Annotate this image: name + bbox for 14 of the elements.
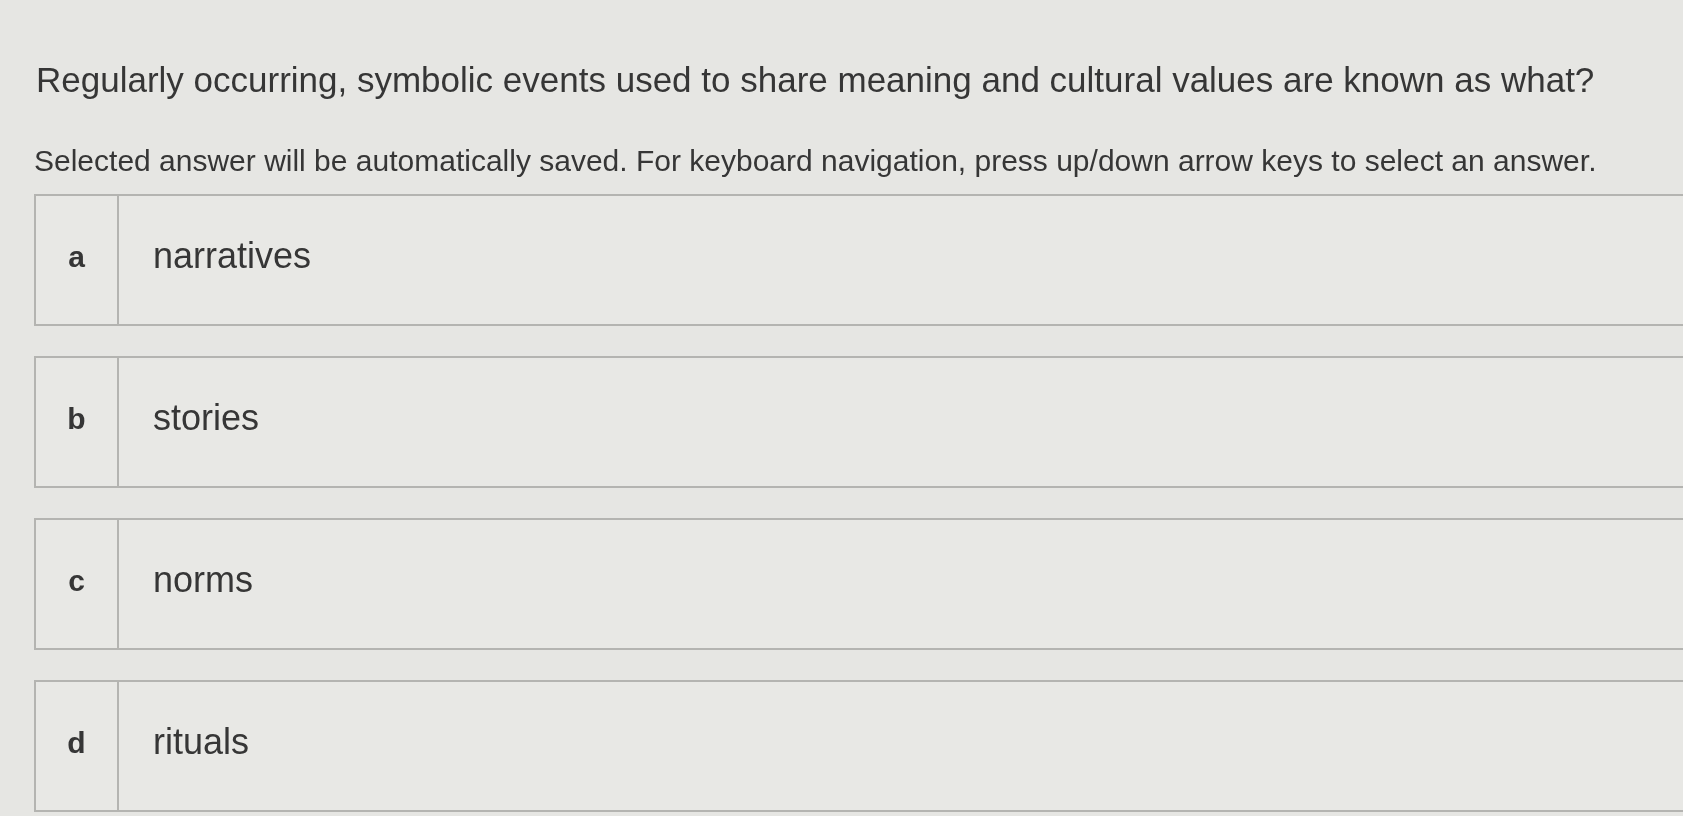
answer-option[interactable]: c norms [34,518,1683,650]
option-label: narratives [153,234,312,278]
option-label: stories [153,396,260,440]
option-label: norms [153,558,254,602]
instructions-text: Selected answer will be automatically saved. For keyboard navigation, press up/down arrow keys to select an answer. [34,143,1597,179]
option-letter: d [36,682,119,810]
option-label: rituals [153,720,250,764]
answer-option[interactable]: a narratives [34,194,1683,326]
option-letter: a [36,196,119,324]
option-letter: c [36,520,119,648]
answer-option[interactable]: d rituals [34,680,1683,812]
option-letter: b [36,358,119,486]
answer-option[interactable]: b stories [34,356,1683,488]
question-text: Regularly occurring, symbolic events used to share meaning and cultural values are known as what? [35,59,1595,101]
